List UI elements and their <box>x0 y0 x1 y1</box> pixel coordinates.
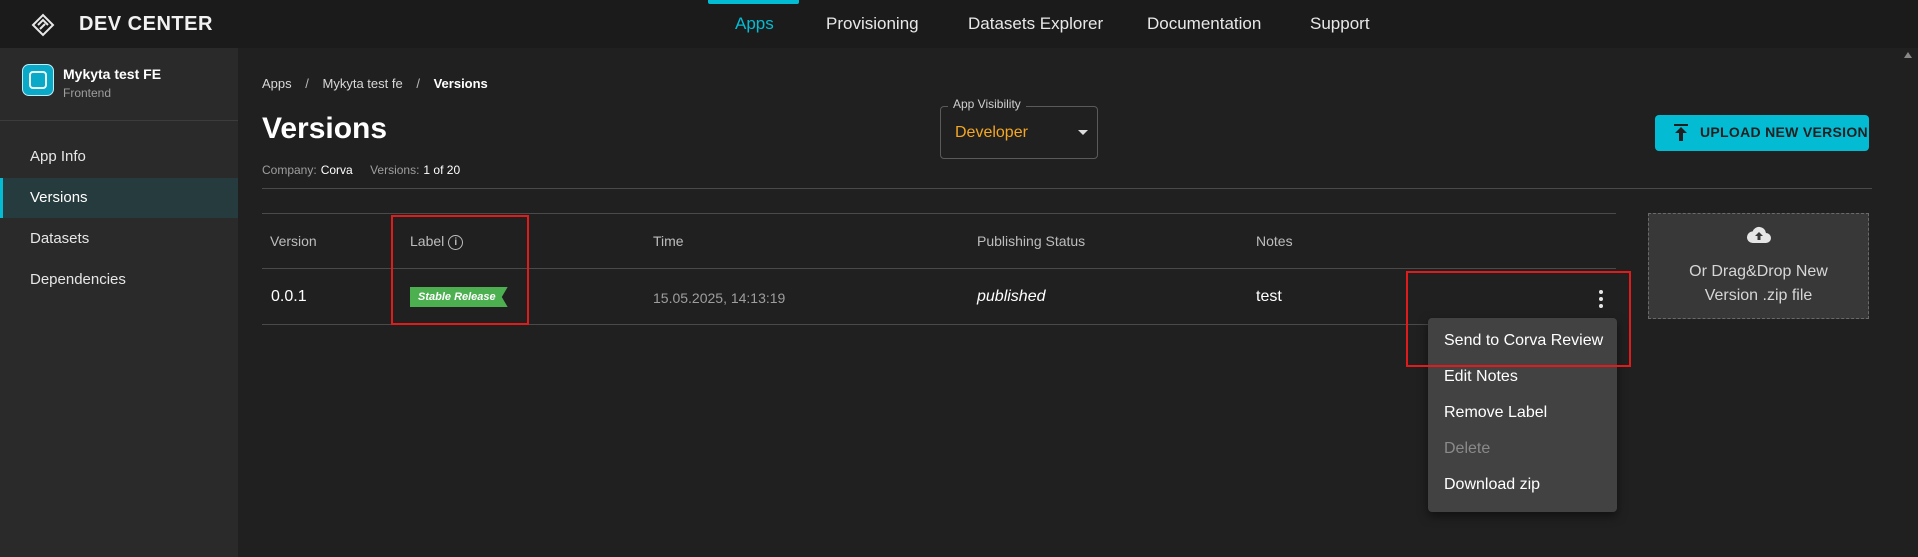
menu-item-delete: Delete <box>1444 440 1491 457</box>
scroll-up-arrow-icon[interactable] <box>1904 52 1912 58</box>
company-value: Corva <box>320 163 353 177</box>
nav-documentation[interactable]: Documentation <box>1147 14 1261 34</box>
nav-apps[interactable]: Apps <box>735 14 774 34</box>
breadcrumb-app[interactable]: Mykyta test fe <box>323 76 403 91</box>
nav-active-indicator <box>708 0 799 4</box>
versions-label: Versions: <box>370 163 420 177</box>
company-label: Company: <box>262 163 317 177</box>
chevron-down-icon[interactable] <box>1078 130 1088 135</box>
nav-provisioning[interactable]: Provisioning <box>826 14 919 34</box>
page-meta: Company: Corva Versions: 1 of 20 <box>262 163 474 177</box>
breadcrumb-separator: / <box>416 76 420 91</box>
sidebar-divider <box>0 120 238 121</box>
sidebar-item-versions[interactable]: Versions <box>0 178 238 218</box>
dev-center-logo-icon[interactable] <box>30 13 56 37</box>
app-icon <box>22 64 54 96</box>
sidebar-item-app-info[interactable]: App Info <box>0 137 238 177</box>
column-header-version[interactable]: Version <box>270 233 317 249</box>
drop-text-line2: Version .zip file <box>1704 287 1813 304</box>
label-column-highlight-box <box>391 215 529 325</box>
brand-title[interactable]: DEV CENTER <box>79 13 213 36</box>
app-type: Frontend <box>63 86 112 100</box>
menu-highlight-box <box>1406 271 1631 367</box>
sidebar-item-dependencies[interactable]: Dependencies <box>0 260 238 300</box>
cell-publishing-status: published <box>977 288 1046 305</box>
upload-button-label: UPLOAD NEW VERSION <box>1700 124 1868 140</box>
versions-count: 1 of 20 <box>423 163 461 177</box>
app-visibility-legend: App Visibility <box>948 97 1026 111</box>
cloud-upload-icon <box>1747 226 1771 244</box>
upload-new-version-button[interactable]: UPLOAD NEW VERSION <box>1655 115 1869 151</box>
menu-item-download-zip[interactable]: Download zip <box>1444 476 1540 494</box>
cell-version: 0.0.1 <box>271 288 307 305</box>
breadcrumb-current: Versions <box>433 76 488 91</box>
menu-item-remove-label[interactable]: Remove Label <box>1444 404 1547 422</box>
column-header-time[interactable]: Time <box>653 233 684 249</box>
menu-item-edit-notes[interactable]: Edit Notes <box>1444 368 1518 386</box>
sidebar: Mykyta test FE Frontend App Info Version… <box>0 48 238 557</box>
sidebar-item-datasets[interactable]: Datasets <box>0 219 238 259</box>
breadcrumb-apps[interactable]: Apps <box>262 76 292 91</box>
upload-icon <box>1674 124 1688 141</box>
breadcrumb: Apps / Mykyta test fe / Versions <box>262 76 498 91</box>
drop-zone-text: Or Drag&Drop New Version .zip file <box>1649 260 1868 308</box>
page-title: Versions <box>262 112 388 145</box>
cell-time: 15.05.2025, 14:13:19 <box>653 290 786 306</box>
header-divider <box>262 188 1872 189</box>
top-bar: DEV CENTER Apps Provisioning Datasets Ex… <box>0 0 1918 48</box>
drop-zone[interactable]: Or Drag&Drop New Version .zip file <box>1648 213 1869 319</box>
nav-datasets-explorer[interactable]: Datasets Explorer <box>968 14 1103 34</box>
app-name: Mykyta test FE <box>63 66 162 82</box>
breadcrumb-separator: / <box>305 76 309 91</box>
app-visibility-value[interactable]: Developer <box>955 124 1028 142</box>
nav-support[interactable]: Support <box>1310 14 1370 34</box>
table-top-border <box>262 213 1616 214</box>
cell-notes: test <box>1256 288 1282 305</box>
drop-text-line1: Or Drag&Drop New <box>1689 263 1828 280</box>
column-header-notes[interactable]: Notes <box>1256 233 1293 249</box>
column-header-publishing-status[interactable]: Publishing Status <box>977 233 1085 249</box>
